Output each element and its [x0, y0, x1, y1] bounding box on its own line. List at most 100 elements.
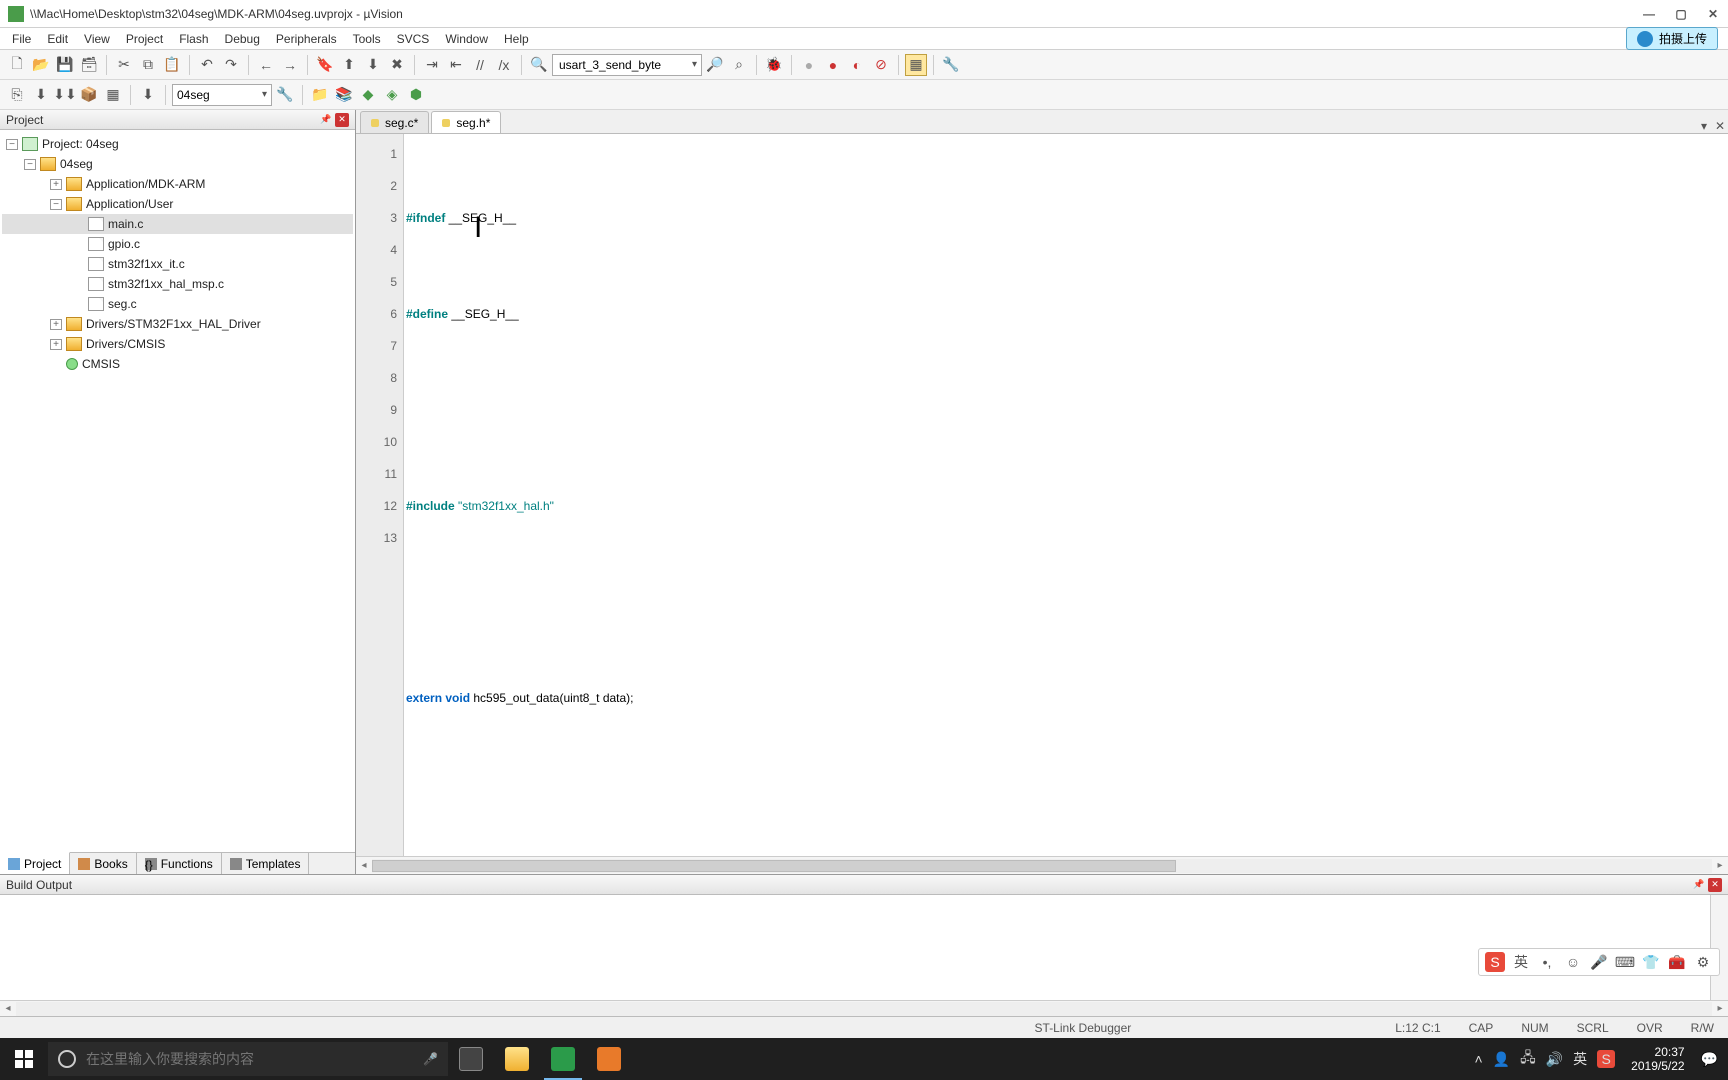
scroll-left-icon[interactable]: ◂ — [0, 1003, 16, 1014]
menu-project[interactable]: Project — [118, 30, 171, 48]
editor-tab-dropdown-icon[interactable]: ▾ — [1696, 119, 1712, 133]
incremental-find-icon[interactable]: ⌕ — [728, 54, 750, 76]
menu-peripherals[interactable]: Peripherals — [268, 30, 345, 48]
indent-icon[interactable]: ⇥ — [421, 54, 443, 76]
bookmark-next-icon[interactable]: ⬇ — [362, 54, 384, 76]
ime-toolbox-icon[interactable]: 🧰 — [1667, 952, 1687, 972]
ime-setting-icon[interactable]: ⚙ — [1693, 952, 1713, 972]
menu-edit[interactable]: Edit — [39, 30, 76, 48]
batch-build-icon[interactable]: 📦 — [78, 84, 100, 106]
panel-close-icon[interactable]: ✕ — [1708, 878, 1722, 892]
cut-icon[interactable]: ✂ — [113, 54, 135, 76]
tree-expander-icon[interactable]: + — [50, 319, 62, 330]
scroll-track[interactable] — [372, 859, 1712, 873]
taskbar-explorer[interactable] — [494, 1038, 540, 1080]
task-view-button[interactable] — [448, 1038, 494, 1080]
scroll-right-icon[interactable]: ▸ — [1712, 1003, 1728, 1014]
code-lines[interactable]: #ifndef __SEG_H__ #define __SEG_H__ #inc… — [404, 134, 1728, 856]
tray-network-icon[interactable]: 🖧 — [1520, 1047, 1536, 1071]
open-file-icon[interactable]: 📂 — [30, 54, 52, 76]
tray-ime-lang[interactable]: 英 — [1573, 1049, 1587, 1069]
build-output-h-scrollbar[interactable]: ◂ ▸ — [0, 1000, 1728, 1016]
project-tree[interactable]: − Project: 04seg − 04seg + Application/M… — [0, 130, 355, 852]
ime-lang-icon[interactable]: 英 — [1511, 952, 1531, 972]
nav-back-icon[interactable]: ← — [255, 54, 277, 76]
tree-expander-icon[interactable]: − — [24, 159, 36, 170]
manage-rte-icon[interactable]: ◆ — [357, 84, 379, 106]
tray-notifications-icon[interactable]: 💬 — [1701, 1051, 1718, 1068]
undo-icon[interactable]: ↶ — [196, 54, 218, 76]
configure-icon[interactable]: 🔧 — [940, 54, 962, 76]
search-input[interactable] — [86, 1051, 413, 1067]
build-output-body[interactable]: S 英 •, ☺ 🎤 ⌨ 👕 🧰 ⚙ — [0, 895, 1728, 1000]
tree-file[interactable]: stm32f1xx_it.c — [2, 254, 353, 274]
tree-expander-icon[interactable]: − — [6, 139, 18, 150]
sogou-icon[interactable]: S — [1485, 952, 1505, 972]
menu-view[interactable]: View — [76, 30, 118, 48]
breakpoint-insert-icon[interactable]: ● — [798, 54, 820, 76]
tray-sogou-icon[interactable]: S — [1597, 1050, 1615, 1068]
menu-help[interactable]: Help — [496, 30, 537, 48]
tree-expander-icon[interactable]: + — [50, 339, 62, 350]
tray-chevron-icon[interactable]: ˄ — [1474, 1051, 1482, 1067]
tree-group[interactable]: + Drivers/CMSIS — [2, 334, 353, 354]
taskbar-uvision[interactable] — [540, 1038, 586, 1080]
tray-people-icon[interactable]: 👤 — [1493, 1051, 1510, 1068]
uncomment-icon[interactable]: /x — [493, 54, 515, 76]
paste-icon[interactable]: 📋 — [161, 54, 183, 76]
save-all-icon[interactable]: 🗃 — [78, 54, 100, 76]
find-in-files-icon[interactable]: 🔎 — [704, 54, 726, 76]
tree-file[interactable]: seg.c — [2, 294, 353, 314]
scroll-track[interactable] — [16, 1002, 1712, 1016]
tree-root[interactable]: − Project: 04seg — [2, 134, 353, 154]
panel-close-icon[interactable]: ✕ — [335, 113, 349, 127]
rebuild-icon[interactable]: ⬇⬇ — [54, 84, 76, 106]
download-icon[interactable]: ⬇ — [137, 84, 159, 106]
select-packs-icon[interactable]: ◈ — [381, 84, 403, 106]
ime-punct-icon[interactable]: •, — [1537, 952, 1557, 972]
translate-icon[interactable]: ⎘ — [6, 84, 28, 106]
copy-icon[interactable]: ⧉ — [137, 54, 159, 76]
tree-target[interactable]: − 04seg — [2, 154, 353, 174]
ime-emoji-icon[interactable]: ☺ — [1563, 952, 1583, 972]
tree-group[interactable]: + Application/MDK-ARM — [2, 174, 353, 194]
menu-svcs[interactable]: SVCS — [389, 30, 438, 48]
bookmark-clear-icon[interactable]: ✖ — [386, 54, 408, 76]
comment-icon[interactable]: // — [469, 54, 491, 76]
code-editor[interactable]: 1 2 3 4 5 6 7 8 9 10 11 12 13 #ifndef __… — [356, 134, 1728, 856]
tray-volume-icon[interactable]: 🔊 — [1546, 1051, 1563, 1068]
ime-toolbar[interactable]: S 英 •, ☺ 🎤 ⌨ 👕 🧰 ⚙ — [1478, 948, 1720, 976]
breakpoint-kill-icon[interactable]: ⊘ — [870, 54, 892, 76]
stop-build-icon[interactable]: ▦ — [102, 84, 124, 106]
tree-group[interactable]: CMSIS — [2, 354, 353, 374]
window-layout-icon[interactable]: ▦ — [905, 54, 927, 76]
tab-books[interactable]: Books — [70, 853, 136, 874]
menu-tools[interactable]: Tools — [345, 30, 389, 48]
manage-project-icon[interactable]: 📁 — [309, 84, 331, 106]
bookmark-icon[interactable]: 🔖 — [314, 54, 336, 76]
breakpoint-disable-icon[interactable]: ◐ — [846, 54, 868, 76]
pack-installer-icon[interactable]: ⬢ — [405, 84, 427, 106]
ime-keyboard-icon[interactable]: ⌨ — [1615, 952, 1635, 972]
tree-expander-icon[interactable]: + — [50, 179, 62, 190]
taskbar-app[interactable] — [586, 1038, 632, 1080]
tab-functions[interactable]: {}Functions — [137, 853, 222, 874]
panel-pin-icon[interactable]: 📌 — [1692, 878, 1706, 892]
tab-templates[interactable]: Templates — [222, 853, 310, 874]
find-icon[interactable]: 🔍 — [528, 54, 550, 76]
menu-flash[interactable]: Flash — [171, 30, 216, 48]
save-icon[interactable]: 💾 — [54, 54, 76, 76]
editor-tab-close-icon[interactable]: ✕ — [1712, 119, 1728, 133]
editor-h-scrollbar[interactable]: ◂ ▸ — [356, 856, 1728, 874]
target-selector[interactable]: 04seg — [172, 84, 272, 106]
build-icon[interactable]: ⬇ — [30, 84, 52, 106]
debug-start-icon[interactable]: 🐞 — [763, 54, 785, 76]
panel-pin-icon[interactable]: 📌 — [319, 113, 333, 127]
editor-tab-seg-h[interactable]: seg.h* — [431, 111, 501, 133]
scroll-right-icon[interactable]: ▸ — [1712, 860, 1728, 871]
scroll-thumb[interactable] — [372, 860, 1176, 872]
breakpoint-enable-icon[interactable]: ● — [822, 54, 844, 76]
find-combo[interactable]: usart_3_send_byte — [552, 54, 702, 76]
tree-expander-icon[interactable]: − — [50, 199, 62, 210]
new-file-icon[interactable]: 🗋 — [6, 54, 28, 76]
